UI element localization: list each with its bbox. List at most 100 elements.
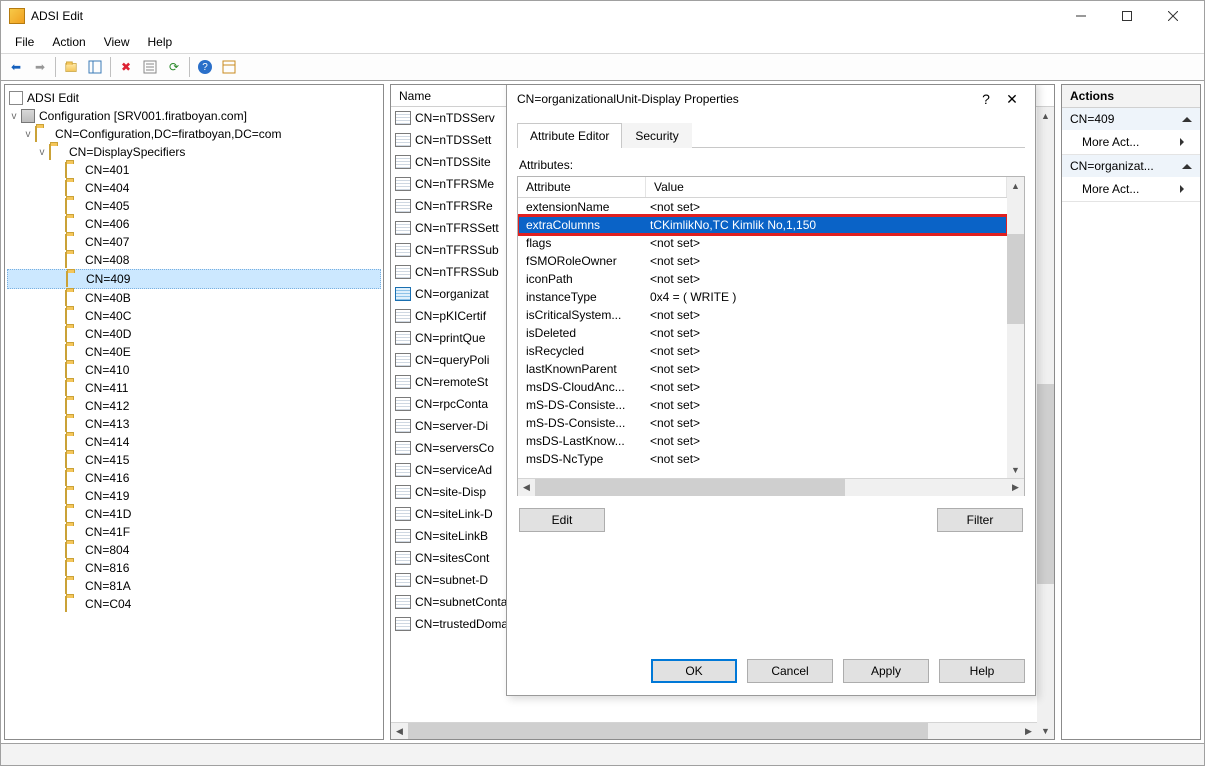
scroll-thumb[interactable]	[1007, 234, 1024, 324]
attribute-row[interactable]: isCriticalSystem...<not set>	[518, 306, 1007, 324]
more-actions-link[interactable]: More Act...	[1062, 130, 1200, 154]
tree-item[interactable]: CN=411	[7, 379, 381, 397]
menu-file[interactable]: File	[7, 33, 42, 51]
scroll-up-icon[interactable]: ▲	[1037, 107, 1054, 124]
expander-icon[interactable]: v	[7, 111, 21, 122]
scroll-right-icon[interactable]: ▶	[1007, 479, 1024, 496]
tree-item[interactable]: CN=804	[7, 541, 381, 559]
back-button[interactable]: ⬅	[5, 56, 27, 78]
tree-displayspecifiers[interactable]: vCN=DisplaySpecifiers	[7, 143, 381, 161]
maximize-button[interactable]	[1104, 1, 1150, 31]
tree[interactable]: ADSI Edit vConfiguration [SRV001.firatbo…	[5, 85, 383, 739]
expander-icon[interactable]: v	[21, 129, 35, 140]
col-value[interactable]: Value	[646, 177, 1007, 197]
menu-action[interactable]: Action	[44, 33, 93, 51]
apply-button[interactable]: Apply	[843, 659, 929, 683]
v-scrollbar[interactable]: ▲ ▼	[1037, 107, 1054, 739]
help-button[interactable]: Help	[939, 659, 1025, 683]
tree-item[interactable]: CN=415	[7, 451, 381, 469]
attribute-row[interactable]: fSMORoleOwner<not set>	[518, 252, 1007, 270]
scroll-down-icon[interactable]: ▼	[1037, 722, 1054, 739]
col-attribute[interactable]: Attribute	[518, 177, 646, 197]
grid-body[interactable]: extensionName<not set>extraColumnstCKiml…	[518, 198, 1007, 478]
attribute-row[interactable]: flags<not set>	[518, 234, 1007, 252]
tree-item[interactable]: CN=404	[7, 179, 381, 197]
minimize-button[interactable]	[1058, 1, 1104, 31]
menu-help[interactable]: Help	[140, 33, 181, 51]
grid-v-scrollbar[interactable]: ▲ ▼	[1007, 177, 1024, 478]
menu-view[interactable]: View	[96, 33, 138, 51]
delete-button[interactable]: ✖	[115, 56, 137, 78]
tree-item[interactable]: CN=816	[7, 559, 381, 577]
expander-icon[interactable]: v	[35, 147, 49, 158]
attribute-row[interactable]: extensionName<not set>	[518, 198, 1007, 216]
action-section-409[interactable]: CN=409	[1062, 108, 1200, 130]
help-icon[interactable]: ?	[973, 91, 999, 107]
tree-item[interactable]: CN=C04	[7, 595, 381, 613]
tree-item[interactable]: CN=414	[7, 433, 381, 451]
tree-item[interactable]: CN=407	[7, 233, 381, 251]
tree-item[interactable]: CN=410	[7, 361, 381, 379]
forward-button[interactable]: ➡	[29, 56, 51, 78]
properties-button[interactable]	[139, 56, 161, 78]
tree-root[interactable]: ADSI Edit	[7, 89, 381, 107]
tree-item[interactable]: CN=40E	[7, 343, 381, 361]
dialog-titlebar[interactable]: CN=organizationalUnit-Display Properties…	[507, 84, 1035, 116]
attribute-row[interactable]: msDS-CloudAnc...<not set>	[518, 378, 1007, 396]
tree-item[interactable]: CN=41D	[7, 505, 381, 523]
close-icon[interactable]: ✕	[999, 91, 1025, 108]
tree-item[interactable]: CN=401	[7, 161, 381, 179]
tree-item[interactable]: CN=409	[7, 269, 381, 289]
scroll-left-icon[interactable]: ◀	[391, 723, 408, 739]
attribute-row[interactable]: msDS-LastKnow...<not set>	[518, 432, 1007, 450]
cancel-button[interactable]: Cancel	[747, 659, 833, 683]
refresh-button[interactable]: ⟳	[163, 56, 185, 78]
scroll-thumb[interactable]	[1037, 384, 1054, 584]
ok-button[interactable]: OK	[651, 659, 737, 683]
tree-item[interactable]: CN=41F	[7, 523, 381, 541]
view-button[interactable]	[218, 56, 240, 78]
tree-item[interactable]: CN=412	[7, 397, 381, 415]
close-button[interactable]	[1150, 1, 1196, 31]
tree-item[interactable]: CN=408	[7, 251, 381, 269]
attribute-row[interactable]: iconPath<not set>	[518, 270, 1007, 288]
attribute-row[interactable]: lastKnownParent<not set>	[518, 360, 1007, 378]
tree-item[interactable]: CN=40D	[7, 325, 381, 343]
h-scrollbar[interactable]: ◀ ▶	[391, 722, 1037, 739]
scroll-down-icon[interactable]: ▼	[1007, 461, 1024, 478]
tree-item[interactable]: CN=40B	[7, 289, 381, 307]
attribute-row[interactable]: mS-DS-Consiste...<not set>	[518, 396, 1007, 414]
show-hide-tree-button[interactable]	[84, 56, 106, 78]
help-button[interactable]: ?	[194, 56, 216, 78]
tree-item[interactable]: CN=406	[7, 215, 381, 233]
attribute-row[interactable]: extraColumnstCKimlikNo,TC Kimlik No,1,15…	[518, 216, 1007, 234]
tree-item[interactable]: CN=405	[7, 197, 381, 215]
attribute-row[interactable]: isDeleted<not set>	[518, 324, 1007, 342]
scroll-left-icon[interactable]: ◀	[518, 479, 535, 496]
tree-item[interactable]: CN=40C	[7, 307, 381, 325]
scroll-thumb[interactable]	[535, 479, 845, 496]
attribute-row[interactable]: mS-DS-Consiste...<not set>	[518, 414, 1007, 432]
edit-button[interactable]: Edit	[519, 508, 605, 532]
grid-header[interactable]: Attribute Value	[518, 177, 1007, 198]
tab-security[interactable]: Security	[622, 123, 691, 148]
tree-item[interactable]: CN=413	[7, 415, 381, 433]
tab-attribute-editor[interactable]: Attribute Editor	[517, 123, 622, 148]
grid-h-scrollbar[interactable]: ◀ ▶	[518, 478, 1024, 495]
tree-item[interactable]: CN=416	[7, 469, 381, 487]
up-button[interactable]	[60, 56, 82, 78]
scroll-thumb[interactable]	[408, 723, 928, 739]
action-section-org[interactable]: CN=organizat...	[1062, 155, 1200, 177]
tree-item[interactable]: CN=419	[7, 487, 381, 505]
scroll-up-icon[interactable]: ▲	[1007, 177, 1024, 194]
tree-config[interactable]: vConfiguration [SRV001.firatboyan.com]	[7, 107, 381, 125]
attribute-row[interactable]: msDS-NcType<not set>	[518, 450, 1007, 468]
scroll-right-icon[interactable]: ▶	[1020, 723, 1037, 739]
tree-cn-configuration[interactable]: vCN=Configuration,DC=firatboyan,DC=com	[7, 125, 381, 143]
attribute-row[interactable]: isRecycled<not set>	[518, 342, 1007, 360]
filter-button[interactable]: Filter	[937, 508, 1023, 532]
attribute-row[interactable]: instanceType0x4 = ( WRITE )	[518, 288, 1007, 306]
tree-item[interactable]: CN=81A	[7, 577, 381, 595]
attr-value: <not set>	[646, 398, 1007, 412]
more-actions-link[interactable]: More Act...	[1062, 177, 1200, 201]
